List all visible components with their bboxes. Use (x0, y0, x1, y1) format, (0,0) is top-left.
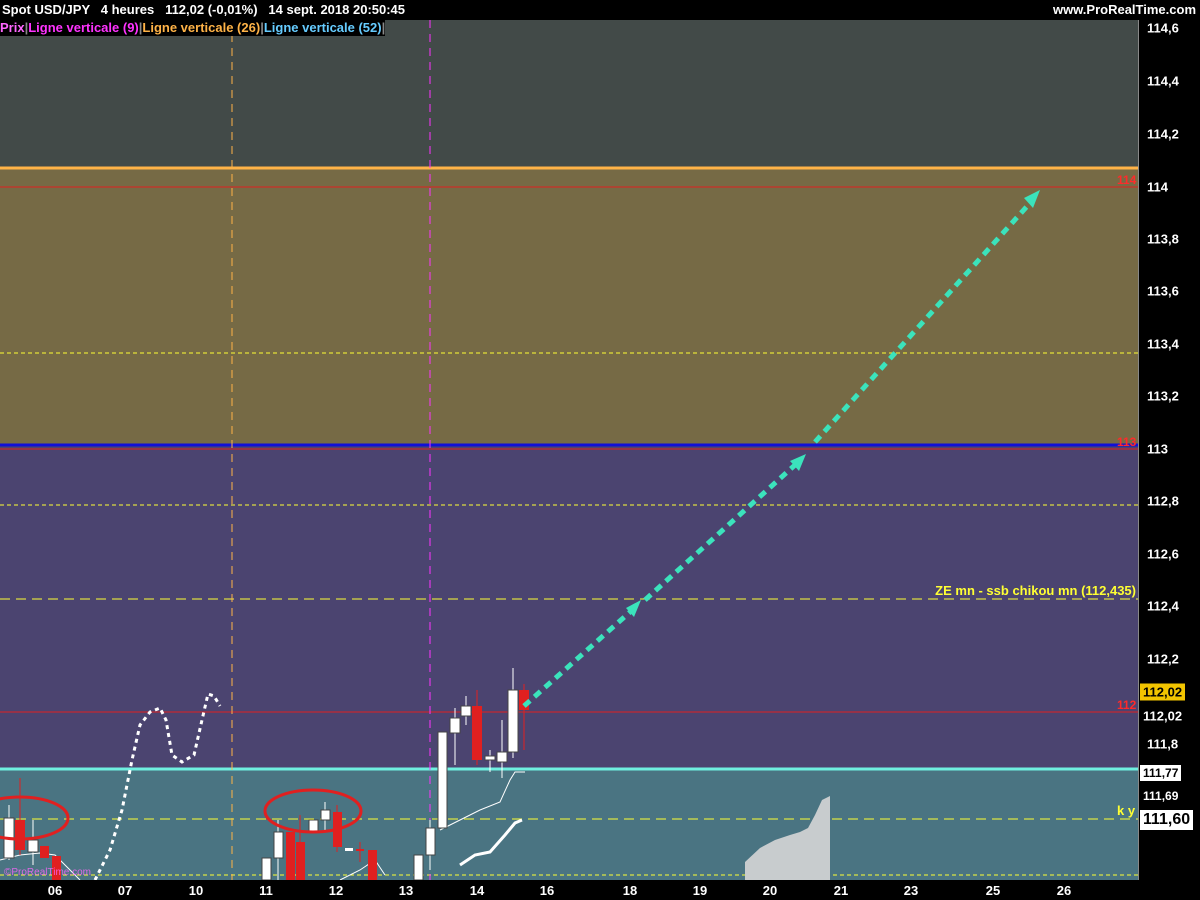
candle (320, 809, 331, 821)
x-tick: 10 (188, 883, 204, 898)
zone-purple (0, 445, 1138, 769)
ky-annotation: k y (1117, 803, 1136, 818)
candle (286, 832, 295, 880)
x-tick: 14 (469, 883, 485, 898)
timeframe: 4 heures (100, 2, 155, 17)
time-axis[interactable]: 06 07 10 11 12 13 14 16 18 19 20 21 23 2… (0, 880, 1138, 900)
price-label-111-77: 111,77 (1140, 765, 1182, 781)
candle (40, 846, 49, 858)
candle (356, 849, 364, 851)
level-label-113: 113 (1117, 435, 1137, 449)
site-name: www.ProRealTime.com (1052, 2, 1196, 17)
y-tick: 114 (1147, 179, 1168, 195)
chart-svg[interactable] (0, 20, 1138, 880)
legend-vertical-26: Ligne verticale (26) (142, 20, 261, 35)
header-left: Spot USD/JPY 4 heures 112,02 (-0,01%) 14… (2, 0, 405, 20)
candle (425, 827, 436, 856)
watermark: ©ProRealTime.com (4, 867, 92, 878)
y-tick: 112,4 (1147, 598, 1179, 614)
y-tick: 113 (1147, 441, 1168, 457)
x-tick: 16 (539, 883, 555, 898)
y-tick: 114,4 (1147, 73, 1179, 89)
x-tick: 20 (762, 883, 778, 898)
candle (484, 755, 496, 761)
x-tick: 19 (692, 883, 708, 898)
level-label-114: 114 (1117, 173, 1137, 187)
y-tick: 113,6 (1147, 283, 1179, 299)
price-chart[interactable]: 114 113 112 ZE mn - ssb chikou mn (112,4… (0, 20, 1138, 880)
candle (496, 751, 508, 763)
candle (472, 706, 482, 760)
instrument-name: Spot USD/JPY (2, 2, 90, 17)
candle (449, 717, 461, 734)
candle (507, 689, 519, 753)
price-axis[interactable]: 114,6 114,4 114,2 114 113,8 113,6 113,4 … (1138, 20, 1200, 880)
x-tick: 23 (903, 883, 919, 898)
candle (308, 819, 319, 833)
chart-header: Spot USD/JPY 4 heures 112,02 (-0,01%) 14… (0, 0, 1200, 20)
y-tick: 112,6 (1147, 546, 1179, 562)
candle (273, 831, 284, 859)
x-tick: 12 (328, 883, 344, 898)
zone-teal (0, 769, 1138, 880)
candle (27, 839, 39, 853)
x-tick: 06 (47, 883, 63, 898)
legend-prix: Prix (0, 20, 25, 35)
x-tick: 11 (259, 883, 273, 898)
y-tick: 112,2 (1147, 651, 1179, 667)
legend-vertical-52: Ligne verticale (52) (263, 20, 382, 35)
x-tick: 13 (398, 883, 414, 898)
zone-top (0, 20, 1138, 168)
x-tick: 18 (622, 883, 638, 898)
price-change: 112,02 (-0,01%) (165, 2, 258, 17)
legend-vertical-9: Ligne verticale (9) (28, 20, 139, 35)
candle (437, 731, 448, 829)
candle (261, 857, 272, 880)
y-tick: 113,2 (1147, 388, 1179, 404)
x-tick: 21 (833, 883, 849, 898)
candle (345, 848, 353, 851)
level-label-112: 112 (1117, 698, 1137, 712)
zone-olive (0, 168, 1138, 445)
x-tick: 26 (1056, 883, 1072, 898)
x-tick: 25 (985, 883, 1001, 898)
y-tick: 111,8 (1147, 736, 1179, 752)
timestamp: 14 sept. 2018 20:50:45 (268, 2, 406, 17)
x-tick: 07 (117, 883, 133, 898)
candle (413, 854, 424, 880)
y-tick: 114,6 (1147, 20, 1179, 36)
price-label-111-69: 111,69 (1140, 788, 1182, 804)
candle (460, 705, 472, 717)
y-tick: 113,8 (1147, 231, 1179, 247)
price-label-111-60: 111,60 (1140, 810, 1194, 830)
chart-legend: Prix|Ligne verticale (9)|Ligne verticale… (0, 20, 386, 36)
price-label-112-02: 112,02 (1140, 707, 1186, 725)
y-tick: 113,4 (1147, 336, 1179, 352)
y-tick: 112,8 (1147, 493, 1179, 509)
candle (368, 850, 377, 880)
ze-annotation: ZE mn - ssb chikou mn (112,435) (935, 583, 1136, 598)
candle (296, 842, 305, 880)
current-price-badge: 112,02 (1140, 683, 1186, 701)
candle (15, 820, 25, 850)
y-tick: 114,2 (1147, 126, 1179, 142)
